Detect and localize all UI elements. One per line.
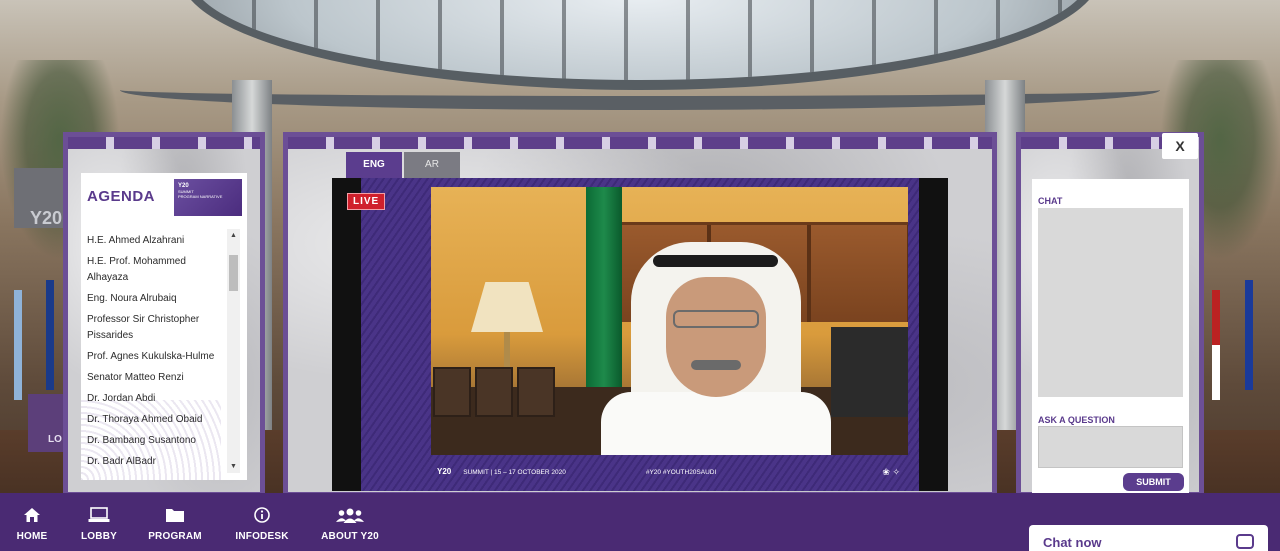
agenda-item[interactable]: Prof. Agnes Kukulska-Hulme xyxy=(81,347,226,368)
scroll-thumb[interactable] xyxy=(229,255,238,291)
agenda-item[interactable]: Senator Matteo Renzi xyxy=(81,368,226,389)
agal xyxy=(653,255,778,267)
chat-bubble-icon xyxy=(1236,534,1254,549)
laptop-icon xyxy=(77,507,121,525)
agenda-item[interactable]: Dr. Badr AlBadr xyxy=(81,452,226,473)
ask-question-label: ASK A QUESTION xyxy=(1038,415,1115,425)
summit-program-logo: Y20 SUMMIT PROGRAM NARRATIVE xyxy=(174,179,242,216)
face xyxy=(666,277,766,397)
tab-ar[interactable]: AR xyxy=(404,152,460,178)
lamp xyxy=(471,282,543,332)
video-footer: Y20 SUMMIT | 15 – 17 OCTOBER 2020 #Y20 #… xyxy=(431,459,908,485)
agenda-item[interactable]: Dr. Jordan Abdi xyxy=(81,389,226,410)
nav-program[interactable]: PROGRAM xyxy=(146,493,204,551)
flag xyxy=(1245,280,1253,390)
thobe xyxy=(601,392,831,455)
mustache xyxy=(691,360,741,370)
nav-label: PROGRAM xyxy=(148,531,202,542)
folder-icon xyxy=(146,507,204,525)
ask-question-input[interactable] xyxy=(1038,426,1183,468)
nav-label: HOME xyxy=(16,531,48,542)
flag xyxy=(46,280,54,390)
chat-now-label: Chat now xyxy=(1043,535,1102,550)
agenda-list[interactable]: H.E. Ahmed Alzahrani H.E. Prof. Mohammed… xyxy=(81,231,226,475)
agenda-item[interactable]: Dr. Thoraya Ahmed Obaid xyxy=(81,410,226,431)
nav-about-y20[interactable]: ABOUT Y20 xyxy=(318,493,382,551)
monitor xyxy=(831,327,908,417)
nav-label: INFODESK xyxy=(235,531,289,542)
chat-now-widget[interactable]: Chat now xyxy=(1029,525,1268,551)
nav-home[interactable]: HOME xyxy=(12,493,52,551)
agenda-item[interactable]: Dr. Bambang Susantono xyxy=(81,431,226,452)
agenda-item[interactable]: Eng. Noura Alrubaiq xyxy=(81,289,226,310)
nav-lobby[interactable]: LOBBY xyxy=(77,493,121,551)
agenda-panel: AGENDA Y20 SUMMIT PROGRAM NARRATIVE H.E.… xyxy=(81,173,247,480)
close-button[interactable]: X xyxy=(1162,133,1198,159)
agenda-item[interactable]: H.E. Ahmed Alzahrani xyxy=(81,231,226,252)
footer-logo: Y20 xyxy=(437,467,452,476)
users-icon xyxy=(318,507,382,525)
footer-summit-dates: SUMMIT | 15 – 17 OCTOBER 2020 xyxy=(463,468,566,476)
speaker-video xyxy=(431,187,908,455)
framed-photo xyxy=(517,367,555,417)
chat-panel: CHAT ASK A QUESTION SUBMIT xyxy=(1032,179,1189,494)
scroll-up-arrow-icon[interactable]: ▲ xyxy=(227,229,240,242)
home-icon xyxy=(12,507,52,525)
submit-button[interactable]: SUBMIT xyxy=(1123,473,1184,491)
nav-infodesk[interactable]: INFODESK xyxy=(232,493,292,551)
flag xyxy=(14,290,22,400)
flag xyxy=(1212,290,1220,400)
logo-program: PROGRAM NARRATIVE xyxy=(178,194,223,199)
agenda-title: AGENDA xyxy=(87,188,156,205)
scroll-down-arrow-icon[interactable]: ▼ xyxy=(227,460,240,473)
live-badge: LIVE xyxy=(347,193,386,210)
agenda-scrollbar[interactable]: ▲ ▼ xyxy=(227,229,240,473)
sponsor-logos-icon: ❀ ✧ xyxy=(882,466,900,477)
lobby-arrow-sign[interactable]: LO xyxy=(28,394,66,452)
info-icon xyxy=(232,507,292,525)
speaker xyxy=(601,242,831,455)
glasses xyxy=(673,310,759,328)
nav-label: ABOUT Y20 xyxy=(321,531,379,542)
agenda-item[interactable]: H.E. Prof. Mohammed Alhayaza xyxy=(81,252,226,289)
agenda-item[interactable]: Professor Sir Christopher Pissarides xyxy=(81,310,226,347)
footer-hashtags: #Y20 #YOUTH20SAUDI xyxy=(645,468,717,476)
tab-eng[interactable]: ENG xyxy=(346,152,402,178)
framed-photo xyxy=(433,367,471,417)
video-stage: Y20 SUMMIT | 15 – 17 OCTOBER 2020 #Y20 #… xyxy=(361,178,919,491)
nav-label: LOBBY xyxy=(81,531,117,542)
framed-photo xyxy=(475,367,513,417)
chat-messages[interactable] xyxy=(1038,208,1183,397)
video-player[interactable]: Y20 SUMMIT | 15 – 17 OCTOBER 2020 #Y20 #… xyxy=(332,178,948,491)
chat-label: CHAT xyxy=(1038,196,1063,206)
